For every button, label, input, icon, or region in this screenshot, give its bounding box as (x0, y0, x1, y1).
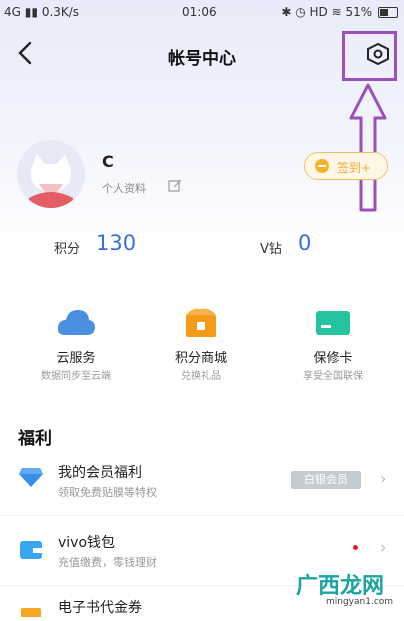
watermark-logo-text: 广西龙网 (296, 574, 385, 599)
eye-icon (367, 42, 389, 66)
service-label-cloud: 云服务 (56, 351, 96, 366)
avatar[interactable] (17, 140, 85, 208)
hd-label: HD (309, 5, 328, 19)
divider (0, 515, 404, 516)
notification-dot (353, 545, 358, 550)
vdiamond-label: V钻 (260, 242, 282, 257)
watermark-url: mingyan1.com (326, 597, 394, 607)
chevron-right-icon: › (380, 538, 387, 557)
points-value[interactable]: 130 (96, 231, 136, 255)
status-bar: 4G ▮▮ 0.3K/s 01:06 ✱ ◷ HD ≋ 51% (0, 0, 404, 24)
signal-icon: ▮▮ (24, 5, 38, 19)
status-right: ✱ ◷ HD ≋ 51% (281, 5, 398, 19)
network-type: 4G (4, 5, 21, 19)
signin-label: 签到+ (337, 161, 372, 175)
signin-button[interactable]: 签到+ (304, 152, 388, 180)
battery-icon (378, 7, 398, 18)
service-sub-mall: 兑换礼品 (181, 371, 221, 382)
service-sub-warranty: 享受全国联保 (303, 371, 363, 382)
network-speed: 0.3K/s (41, 5, 80, 19)
points-label: 积分 (54, 242, 81, 257)
status-time: 01:06 (182, 5, 217, 19)
cloud-service-button[interactable] (56, 305, 96, 339)
vivo-wallet-sub: 充值缴费，零钱理财 (58, 556, 157, 569)
wallet-icon (19, 538, 43, 564)
diamond-icon (18, 466, 44, 492)
user-name: C (102, 152, 114, 171)
alarm-icon: ◷ (295, 5, 306, 19)
vdiamond-value[interactable]: 0 (298, 231, 311, 255)
profile-link[interactable]: 个人资料 (102, 180, 146, 196)
edit-icon[interactable] (168, 178, 182, 197)
avatar-cat-icon (17, 140, 85, 208)
section-title-welfare: 福利 (18, 429, 52, 449)
bluetooth-icon: ✱ (281, 5, 292, 19)
service-label-warranty: 保修卡 (313, 351, 353, 366)
member-level-badge: 白银会员 (291, 471, 361, 489)
chevron-right-icon: › (380, 469, 387, 488)
coin-icon (315, 159, 329, 173)
arrow-annotation (348, 82, 388, 220)
member-benefits-title: 我的会员福利 (58, 465, 142, 481)
service-label-mall: 积分商城 (174, 351, 227, 366)
wifi-icon: ≋ (331, 5, 342, 19)
member-benefits-sub: 领取免费贴膜等特权 (58, 486, 157, 499)
cloud-icon (57, 310, 95, 335)
battery-text: 51% (345, 5, 373, 19)
points-mall-button[interactable] (181, 305, 221, 339)
status-left: 4G ▮▮ 0.3K/s (4, 5, 79, 19)
view-button[interactable] (366, 42, 390, 69)
ebook-voucher-title: 电子书代金券 (58, 600, 142, 616)
service-sub-cloud: 数据同步至云端 (41, 371, 111, 382)
card-icon (316, 311, 350, 335)
warranty-card-button[interactable] (313, 305, 353, 339)
shop-icon (186, 308, 216, 337)
vivo-wallet-title: vivo钱包 (58, 535, 116, 551)
up-arrow-icon (349, 83, 387, 212)
